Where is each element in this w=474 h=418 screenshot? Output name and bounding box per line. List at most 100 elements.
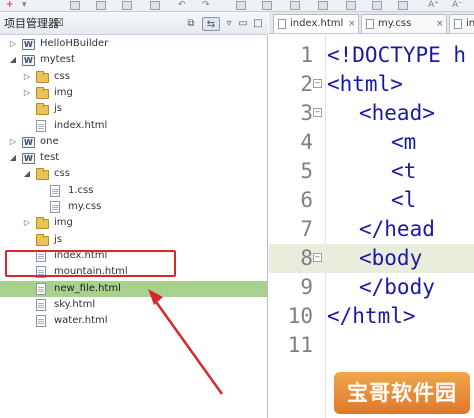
tree-item-file[interactable]: new_file.html bbox=[0, 280, 267, 297]
editor-tab-label: inde bbox=[466, 18, 474, 29]
file-icon bbox=[454, 19, 462, 29]
html-file-icon bbox=[36, 315, 46, 328]
code-line[interactable]: 3− <head> bbox=[269, 99, 474, 128]
web-project-icon bbox=[22, 53, 35, 69]
open-icon[interactable] bbox=[70, 1, 80, 10]
editor-tab[interactable]: index.html × bbox=[273, 14, 359, 33]
undo-icon[interactable]: ↶ bbox=[178, 1, 186, 10]
project-explorer: 项目管理器 ☒ ⧉ ⇆ ▿ ▭ □ ▷HelloHBuilder◢mytest▷… bbox=[0, 12, 268, 418]
code-text: <t bbox=[391, 159, 417, 183]
close-icon[interactable]: ☒ bbox=[54, 17, 64, 29]
line-number: 7 bbox=[300, 217, 313, 241]
line-number: 4 bbox=[300, 130, 313, 154]
collapsed-arrow-icon[interactable]: ▷ bbox=[22, 69, 32, 85]
view-menu-icon[interactable]: ▿ bbox=[224, 17, 234, 31]
editor-tab-label: my.css bbox=[378, 18, 412, 29]
collapse-all-icon[interactable]: ⧉ bbox=[184, 17, 198, 31]
tree-item-label: mytest bbox=[40, 54, 75, 66]
line-number: 11 bbox=[287, 333, 313, 357]
tree-item-project[interactable]: ◢ test bbox=[0, 150, 267, 167]
save-icon[interactable] bbox=[96, 1, 106, 10]
tree-item-folder[interactable]: ▷ img bbox=[0, 215, 267, 231]
tab-close-icon[interactable]: × bbox=[348, 15, 356, 33]
code-line[interactable]: 11 bbox=[269, 331, 474, 360]
tree-item-label: sky.html bbox=[54, 298, 96, 310]
web-project-icon bbox=[22, 37, 35, 53]
format-icon[interactable] bbox=[290, 1, 300, 10]
code-line[interactable]: 5 <t bbox=[269, 157, 474, 186]
tree-item-label: one bbox=[40, 135, 59, 147]
code-line[interactable]: 2− <html> bbox=[269, 70, 474, 99]
minimize-icon[interactable]: ▭ bbox=[238, 17, 248, 31]
save-all-icon[interactable] bbox=[122, 1, 132, 10]
line-number: 3 bbox=[300, 101, 313, 125]
tree-item-folder[interactable]: ▷ css bbox=[0, 69, 267, 85]
tree-item-folder[interactable]: ▷ img bbox=[0, 85, 267, 101]
print-icon[interactable] bbox=[150, 1, 160, 10]
code-editor[interactable]: index.html × my.css × inde 1 <!DOCTYPE h 2−<ht… bbox=[269, 12, 474, 418]
tree-item-label: css bbox=[54, 168, 70, 180]
redo-icon[interactable]: ↷ bbox=[202, 1, 210, 10]
code-line[interactable]: 1 <!DOCTYPE h bbox=[269, 41, 474, 70]
font-increase-icon[interactable]: A⁺ bbox=[428, 1, 439, 10]
code-text: <!DOCTYPE h bbox=[327, 43, 467, 67]
tree-item-folder[interactable]: js bbox=[0, 232, 267, 248]
tree-item-folder[interactable]: js bbox=[0, 101, 267, 117]
bookmark-next-icon[interactable] bbox=[262, 1, 272, 10]
html-file-icon bbox=[36, 119, 46, 132]
explorer-header: 项目管理器 ☒ ⧉ ⇆ ▿ ▭ □ bbox=[0, 12, 268, 35]
collapsed-arrow-icon[interactable]: ▷ bbox=[22, 215, 32, 231]
collapsed-arrow-icon[interactable]: ▷ bbox=[8, 134, 18, 150]
html-file-icon bbox=[36, 282, 46, 295]
code-line[interactable]: 4 <m bbox=[269, 128, 474, 157]
folder-icon bbox=[36, 233, 49, 246]
tree-item-file[interactable]: water.html bbox=[0, 313, 267, 329]
tree-item-label: img bbox=[54, 217, 73, 229]
file-icon bbox=[278, 19, 286, 29]
code-line[interactable]: 10 </html> bbox=[269, 302, 474, 331]
tree-item-file[interactable]: index.html bbox=[0, 118, 267, 134]
tree-item-file[interactable]: sky.html bbox=[0, 297, 267, 313]
editor-tab[interactable]: my.css × bbox=[361, 14, 447, 33]
browser-icon[interactable] bbox=[372, 1, 382, 10]
font-decrease-icon[interactable]: A⁻ bbox=[452, 1, 463, 10]
new-icon[interactable]: + bbox=[6, 1, 14, 10]
maximize-icon[interactable]: □ bbox=[252, 17, 264, 31]
code-line[interactable]: 8− <body bbox=[269, 244, 474, 273]
folder-icon bbox=[36, 86, 49, 99]
tree-item-project[interactable]: ▷ HelloHBuilder bbox=[0, 36, 267, 53]
folder-icon bbox=[36, 103, 49, 116]
expanded-arrow-icon[interactable]: ◢ bbox=[22, 166, 32, 182]
editor-tab-label: index.html bbox=[290, 18, 344, 29]
code-text: </html> bbox=[327, 304, 416, 328]
line-number: 1 bbox=[300, 43, 313, 67]
run-icon[interactable] bbox=[398, 1, 408, 10]
bookmark-icon[interactable] bbox=[236, 1, 246, 10]
tree-item-project[interactable]: ▷ one bbox=[0, 134, 267, 151]
tree-item-label: water.html bbox=[54, 315, 108, 327]
fold-toggle-icon[interactable]: − bbox=[313, 253, 322, 262]
code-area[interactable]: 1 <!DOCTYPE h 2− <html> 3− <head> 4 <m 5 <t 6 <l 7 </… bbox=[269, 35, 474, 418]
expanded-arrow-icon[interactable]: ◢ bbox=[8, 150, 18, 166]
tree-item-css[interactable]: 1.css bbox=[0, 183, 267, 199]
code-text: <m bbox=[391, 130, 417, 154]
comment-icon[interactable] bbox=[318, 1, 328, 10]
collapsed-arrow-icon[interactable]: ▷ bbox=[8, 36, 18, 52]
code-text: </body bbox=[359, 275, 435, 299]
code-line[interactable]: 7 </head bbox=[269, 215, 474, 244]
fold-toggle-icon[interactable]: − bbox=[313, 79, 322, 88]
tree-item-folder[interactable]: ◢ css bbox=[0, 166, 267, 182]
tab-close-icon[interactable]: × bbox=[436, 15, 444, 33]
expanded-arrow-icon[interactable]: ◢ bbox=[8, 52, 18, 68]
fold-toggle-icon[interactable]: − bbox=[313, 108, 322, 117]
link-editor-icon[interactable]: ⇆ bbox=[202, 17, 220, 31]
code-line[interactable]: 6 <l bbox=[269, 186, 474, 215]
editor-tab[interactable]: inde bbox=[449, 14, 474, 33]
code-line[interactable]: 9 </body bbox=[269, 273, 474, 302]
collapsed-arrow-icon[interactable]: ▷ bbox=[22, 85, 32, 101]
new-dropdown-icon[interactable]: ▾ bbox=[22, 1, 27, 10]
preview-icon[interactable] bbox=[346, 1, 356, 10]
folder-icon bbox=[36, 217, 49, 230]
tree-item-css[interactable]: my.css bbox=[0, 199, 267, 215]
tree-item-project[interactable]: ◢ mytest bbox=[0, 52, 267, 69]
